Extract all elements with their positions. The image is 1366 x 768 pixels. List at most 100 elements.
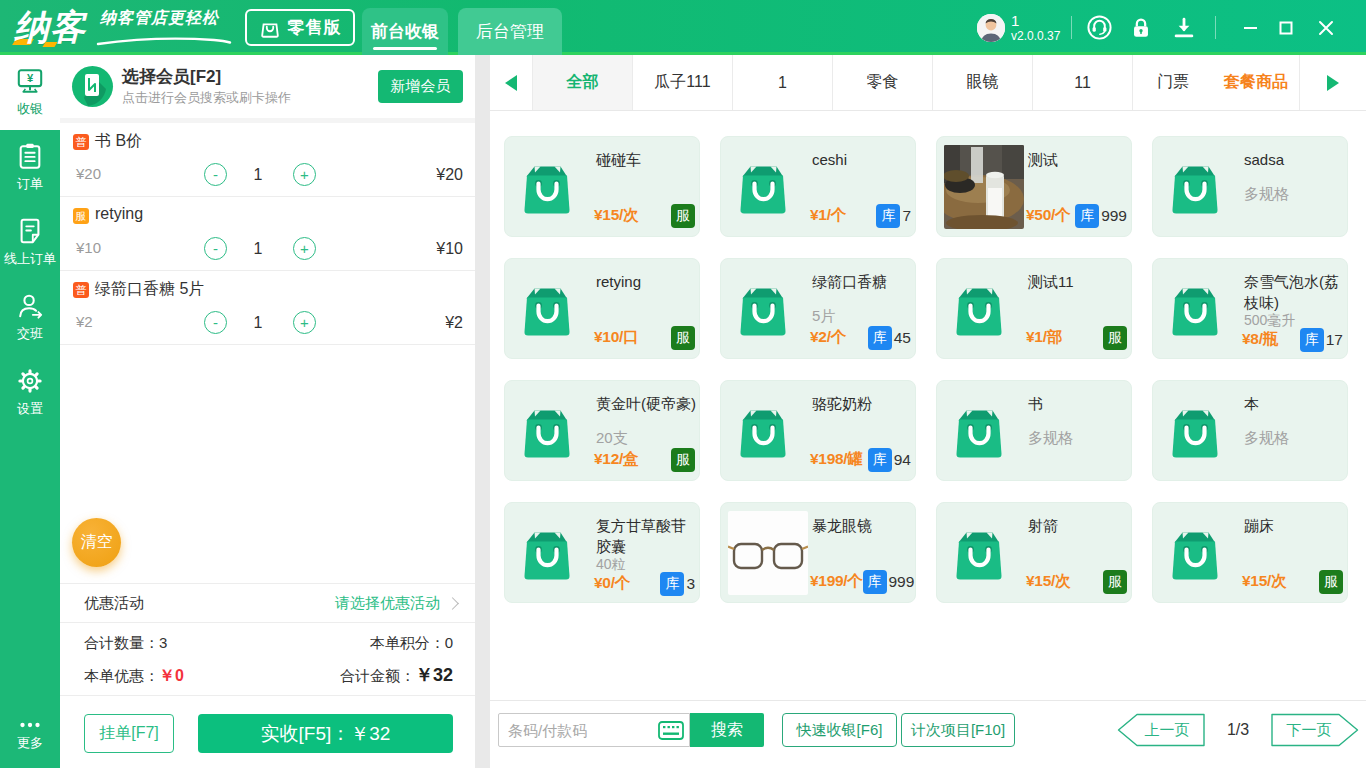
product-type-badge: 库 [868,448,892,472]
product-price: ¥0/个 [594,573,630,594]
cart-item-name: retying [95,205,143,223]
sidebar-item-online-orders[interactable]: 线上订单 [0,205,60,280]
member-card-icon[interactable] [72,66,113,107]
product-card[interactable]: 复方甘草酸苷胶囊 40粒 ¥0/个 库 3 [504,502,700,603]
product-card[interactable]: retying ¥10/口 服 [504,258,700,359]
category-tab-零食[interactable]: 零食 [833,55,933,110]
category-tab-11[interactable]: 11 [1033,55,1133,110]
top-header-bar: 纳客 纳客管店更轻松 零售版 前台收银 后台管理 1 v2.0.0.37 [0,0,1366,55]
product-spec: 5片 [812,307,835,326]
tab-back-management[interactable]: 后台管理 [458,8,562,55]
product-card[interactable]: 测试11 ¥1/部 服 [936,258,1132,359]
product-card[interactable]: 本 多规格 [1152,380,1348,481]
product-stock: 3 [686,575,695,593]
settings-gear-icon [16,367,44,395]
member-select-button[interactable]: 选择会员[F2] 点击进行会员搜索或刷卡操作 [122,66,291,107]
product-type-badge: 库 [1300,328,1324,352]
product-card[interactable]: 碰碰车 ¥15/次 服 [504,136,700,237]
category-tab-门票[interactable]: 门票 [1133,55,1213,110]
category-scroll-right-button[interactable] [1299,55,1366,110]
tab-front-cashier[interactable]: 前台收银 [362,8,448,55]
sidebar-item-cashier-monitor[interactable]: 收银 [0,55,60,130]
keyboard-icon[interactable] [658,721,684,740]
category-tab-眼镜[interactable]: 眼镜 [933,55,1033,110]
product-stock: 45 [894,329,911,347]
count-item-button[interactable]: 计次项目[F10] [901,713,1015,747]
category-tab-套餐商品[interactable]: 套餐商品 [1213,55,1299,110]
product-price: ¥198/罐 [810,449,863,470]
prev-page-button[interactable]: 上一页 [1117,713,1205,747]
maximize-button[interactable] [1269,0,1303,55]
product-name: 骆驼奶粉 [812,393,916,414]
sidebar-item-more[interactable]: 更多 [0,710,60,762]
lock-icon[interactable] [1124,0,1158,55]
arrow-right-icon [1325,74,1341,92]
product-card[interactable]: sadsa 多规格 [1152,136,1348,237]
member-select-row: 选择会员[F2] 点击进行会员搜索或刷卡操作 新增会员 [60,55,475,118]
product-card[interactable]: 书 多规格 [936,380,1132,481]
qty-increase-button[interactable]: + [293,237,316,260]
product-card[interactable]: 骆驼奶粉 ¥198/罐 库 94 [720,380,916,481]
category-tab-全部[interactable]: 全部 [533,55,633,110]
item-type-badge: 普 [73,282,89,298]
category-tab-1[interactable]: 1 [733,55,833,110]
checkout-button[interactable]: 实收[F5]：￥32 [198,714,453,753]
cart-item-unit-price: ¥2 [76,313,93,330]
category-scroll-left-button[interactable] [490,55,533,110]
product-card[interactable]: ceshi ¥1/个 库 7 [720,136,916,237]
product-card[interactable]: 射箭 ¥15/次 服 [936,502,1132,603]
quick-cashier-button[interactable]: 快速收银[F6] [782,713,897,747]
product-type-badge: 库 [660,572,684,596]
product-name: retying [596,271,700,292]
product-name: 奈雪气泡水(荔枝味) [1244,271,1348,313]
hold-order-button[interactable]: 挂单[F7] [84,714,174,753]
user-account[interactable]: 1 v2.0.0.37 [977,0,1060,55]
category-tab-瓜子111[interactable]: 瓜子111 [633,55,733,110]
item-type-badge: 服 [73,208,89,224]
product-price: ¥10/口 [594,327,638,348]
product-stock: 94 [894,451,911,469]
summary-total-value: ￥32 [415,665,453,685]
minimize-button[interactable] [1233,0,1267,55]
logo-tagline: 纳客管店更轻松 [100,8,230,48]
product-card[interactable]: 绿箭口香糖 5片 ¥2/个 库 45 [720,258,916,359]
add-member-button[interactable]: 新增会员 [378,70,463,103]
cart-item-unit-price: ¥20 [76,165,101,182]
qty-increase-button[interactable]: + [293,163,316,186]
cashier-monitor-icon [16,67,44,95]
product-photo-photo-drink [944,145,1024,229]
search-button[interactable]: 搜索 [690,713,764,747]
product-name: sadsa [1244,149,1348,170]
product-card[interactable]: 奈雪气泡水(荔枝味) 500毫升 ¥8/瓶 库 17 [1152,258,1348,359]
cart-item-row[interactable]: 服 retying ¥10 - 1 + ¥10 [60,197,475,271]
promo-row: 优惠活动 请选择优惠活动 [60,583,475,623]
product-card[interactable]: 测试 ¥50/个 库 999 [936,136,1132,237]
cart-item-name: 绿箭口香糖 5片 [95,279,204,300]
close-button[interactable] [1309,0,1343,55]
product-type-badge: 库 [1075,204,1099,228]
shopping-bag-icon [1171,159,1227,217]
product-price: ¥8/瓶 [1242,329,1278,350]
next-page-button[interactable]: 下一页 [1271,713,1359,747]
sidebar-item-orders-clipboard[interactable]: 订单 [0,130,60,205]
cart-item-row[interactable]: 普 书 B价 ¥20 - 1 + ¥20 [60,123,475,197]
product-price: ¥15/次 [1026,571,1070,592]
customer-service-icon[interactable] [1082,0,1116,55]
product-type-badge: 库 [876,204,900,228]
promo-select-link[interactable]: 请选择优惠活动 [335,594,440,613]
qty-increase-button[interactable]: + [293,311,316,334]
cart-item-row[interactable]: 普 绿箭口香糖 5片 ¥2 - 1 + ¥2 [60,271,475,345]
clear-cart-button[interactable]: 清空 [72,518,121,567]
chevron-right-icon [446,597,459,610]
download-icon[interactable] [1167,0,1201,55]
sidebar-item-settings-gear[interactable]: 设置 [0,355,60,430]
product-card[interactable]: 暴龙眼镜 ¥199/个 库 999 [720,502,916,603]
edition-badge-button[interactable]: 零售版 [245,9,355,46]
product-stock: 17 [1326,331,1343,349]
sidebar-item-shift-person[interactable]: 交班 [0,280,60,355]
product-card[interactable]: 黄金叶(硬帝豪) 20支 ¥12/盒 服 [504,380,700,481]
product-card[interactable]: 蹦床 ¥15/次 服 [1152,502,1348,603]
product-name: 蹦床 [1244,515,1348,536]
arrow-left-icon [503,74,519,92]
user-name: 1 [1011,12,1060,29]
